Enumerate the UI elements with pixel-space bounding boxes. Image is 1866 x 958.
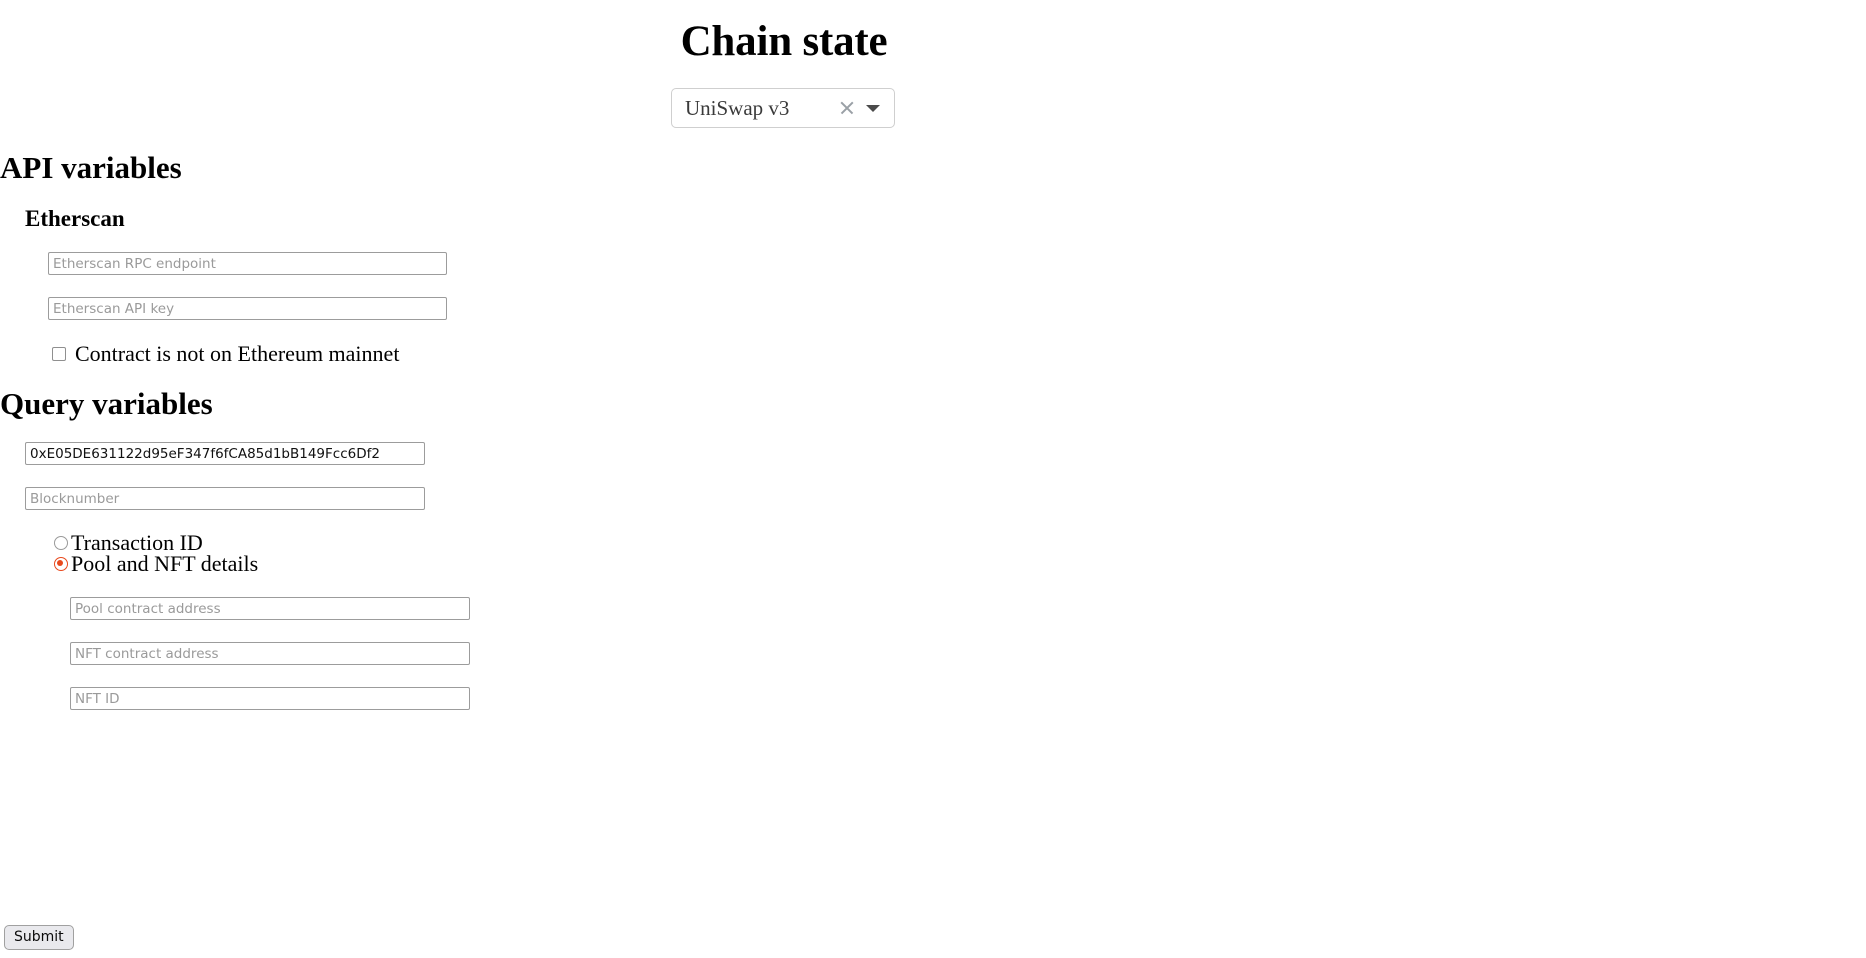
etherscan-heading: Etherscan: [25, 206, 125, 231]
radio-transaction-id[interactable]: [54, 536, 68, 550]
not-mainnet-label: Contract is not on Ethereum mainnet: [75, 341, 400, 366]
submit-button[interactable]: Submit: [4, 925, 74, 950]
close-icon[interactable]: [836, 97, 858, 119]
blocknumber-input[interactable]: [25, 487, 425, 510]
nft-contract-address-input[interactable]: [70, 642, 470, 665]
radio-pool-and-nft-details[interactable]: [54, 557, 68, 571]
query-mode-pool-nft-label: Pool and NFT details: [71, 551, 259, 576]
nft-id-input[interactable]: [70, 687, 470, 710]
not-mainnet-checkbox-row[interactable]: Contract is not on Ethereum mainnet: [52, 341, 399, 367]
query-variables-heading: Query variables: [0, 386, 213, 421]
page-title: Chain state: [680, 18, 888, 65]
protocol-select[interactable]: UniSwap v3: [671, 88, 895, 128]
pool-contract-address-input[interactable]: [70, 597, 470, 620]
query-mode-pool-nft-row[interactable]: Pool and NFT details: [54, 551, 258, 577]
not-mainnet-checkbox[interactable]: [52, 347, 66, 361]
etherscan-api-key-input[interactable]: [48, 297, 447, 320]
contract-address-input[interactable]: [25, 442, 425, 465]
chevron-down-icon[interactable]: [862, 97, 886, 119]
etherscan-rpc-endpoint-input[interactable]: [48, 252, 447, 275]
protocol-select-value: UniSwap v3: [685, 96, 790, 120]
api-variables-heading: API variables: [0, 150, 182, 185]
